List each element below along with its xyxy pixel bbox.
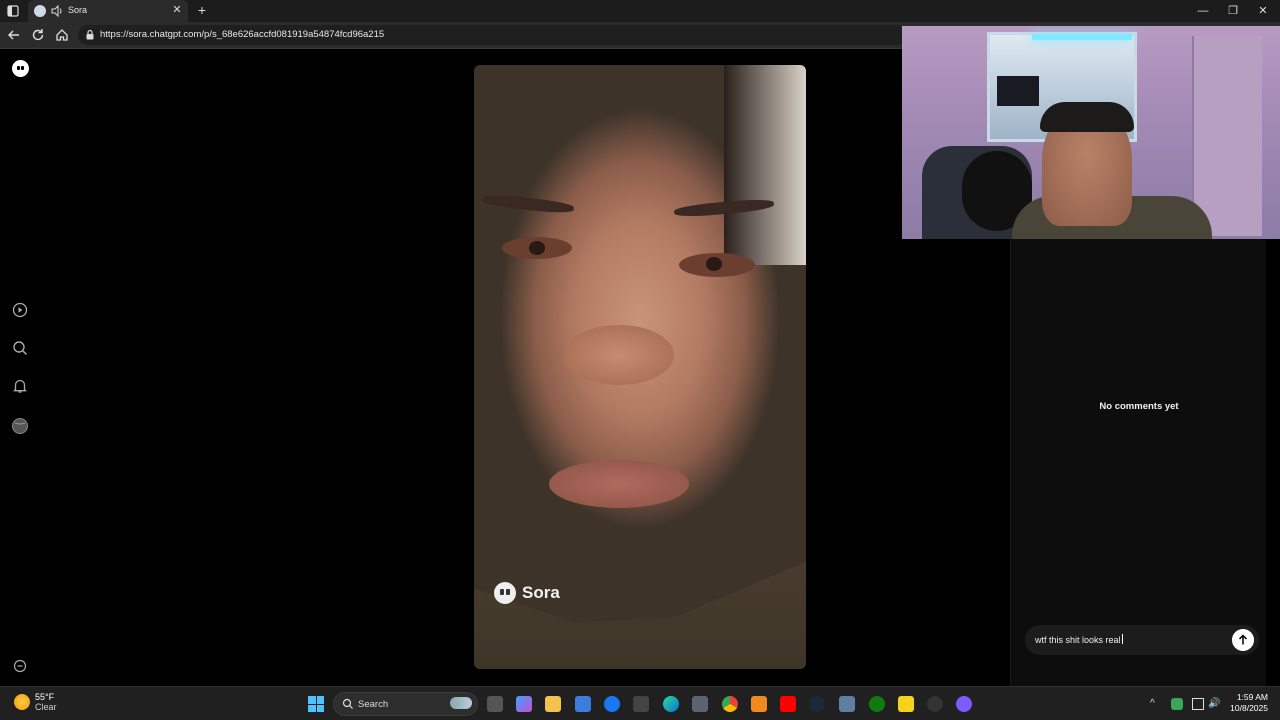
close-window-button[interactable]: ✕ [1248,2,1278,20]
system-clock[interactable]: 1:59 AM 10/8/2025 [1230,692,1268,714]
home-icon[interactable] [54,27,70,43]
chrome-icon[interactable] [722,696,738,712]
cortana-icon[interactable] [956,696,972,712]
send-comment-button[interactable] [1232,629,1254,651]
calculator-icon[interactable] [692,696,708,712]
store-icon[interactable] [575,696,591,712]
microphone-tray-icon[interactable] [1171,698,1183,710]
chevron-up-icon[interactable]: ^ [1150,698,1162,710]
browser-tab-strip: Sora ✕ + — ❐ ✕ [0,0,1280,22]
video-feed-icon[interactable] [11,301,29,319]
steam-icon[interactable] [809,696,825,712]
audio-playing-icon[interactable] [50,4,64,18]
url-field[interactable]: https://sora.chatgpt.com/p/s_68e626accfd… [78,25,908,45]
sora-watermark-logo-icon [494,582,516,604]
settings-icon[interactable] [839,696,855,712]
weather-widget[interactable]: 55°F Clear [14,692,57,712]
widgets-icon[interactable] [450,697,472,709]
collapse-icon[interactable] [11,657,29,675]
tab-close-icon[interactable]: ✕ [170,3,184,17]
comments-panel: No comments yet wtf this shit looks real [1010,238,1266,686]
refresh-icon[interactable] [30,27,46,43]
sora-favicon-icon [34,5,46,17]
minimize-button[interactable]: — [1188,2,1218,20]
restore-button[interactable]: ❐ [1218,2,1248,20]
weather-condition: Clear [35,702,57,712]
file-explorer-icon[interactable] [545,696,561,712]
search-icon[interactable] [11,339,29,357]
sora-logo-icon[interactable] [12,60,29,77]
facebook-icon[interactable] [604,696,620,712]
tab-title: Sora [68,5,88,15]
youtube-icon[interactable] [780,696,796,712]
edge-icon[interactable] [663,696,679,712]
sora-watermark: Sora [494,582,560,604]
copilot-icon[interactable] [516,696,532,712]
search-label: Search [358,699,389,710]
sticky-notes-icon[interactable] [898,696,914,712]
task-view-icon[interactable] [487,696,503,712]
weather-temp: 55°F [35,692,55,702]
comment-input-value: wtf this shit looks real [1035,634,1123,645]
windows-taskbar: 55°F Clear Search ^ 🔊 1:59 AM 10/8/2025 [0,686,1280,720]
volume-icon[interactable]: 🔊 [1208,698,1220,710]
chatgpt-icon[interactable] [927,696,943,712]
clock-date: 10/8/2025 [1230,703,1268,713]
no-comments-label: No comments yet [1099,401,1179,412]
search-icon [342,698,353,709]
tab-actions-icon[interactable] [6,4,20,18]
display-icon[interactable] [1192,698,1204,710]
profile-avatar-icon[interactable] [11,417,29,435]
tab-sora[interactable]: Sora ✕ [28,0,188,22]
lock-icon[interactable] [84,29,96,41]
clock-time: 1:59 AM [1236,692,1268,702]
webcam-overlay [902,26,1280,239]
video-player[interactable]: Sora [474,65,806,669]
back-icon[interactable] [6,27,22,43]
watermark-text: Sora [522,583,560,602]
amazon-icon[interactable] [633,696,649,712]
comment-input[interactable]: wtf this shit looks real [1025,625,1259,655]
weather-sun-icon [14,694,30,710]
new-tab-button[interactable]: + [194,2,210,18]
start-button[interactable] [308,696,324,712]
url-text: https://sora.chatgpt.com/p/s_68e626accfd… [100,29,385,40]
xbox-icon[interactable] [869,696,885,712]
notifications-bell-icon[interactable] [11,377,29,395]
vlc-icon[interactable] [751,696,767,712]
